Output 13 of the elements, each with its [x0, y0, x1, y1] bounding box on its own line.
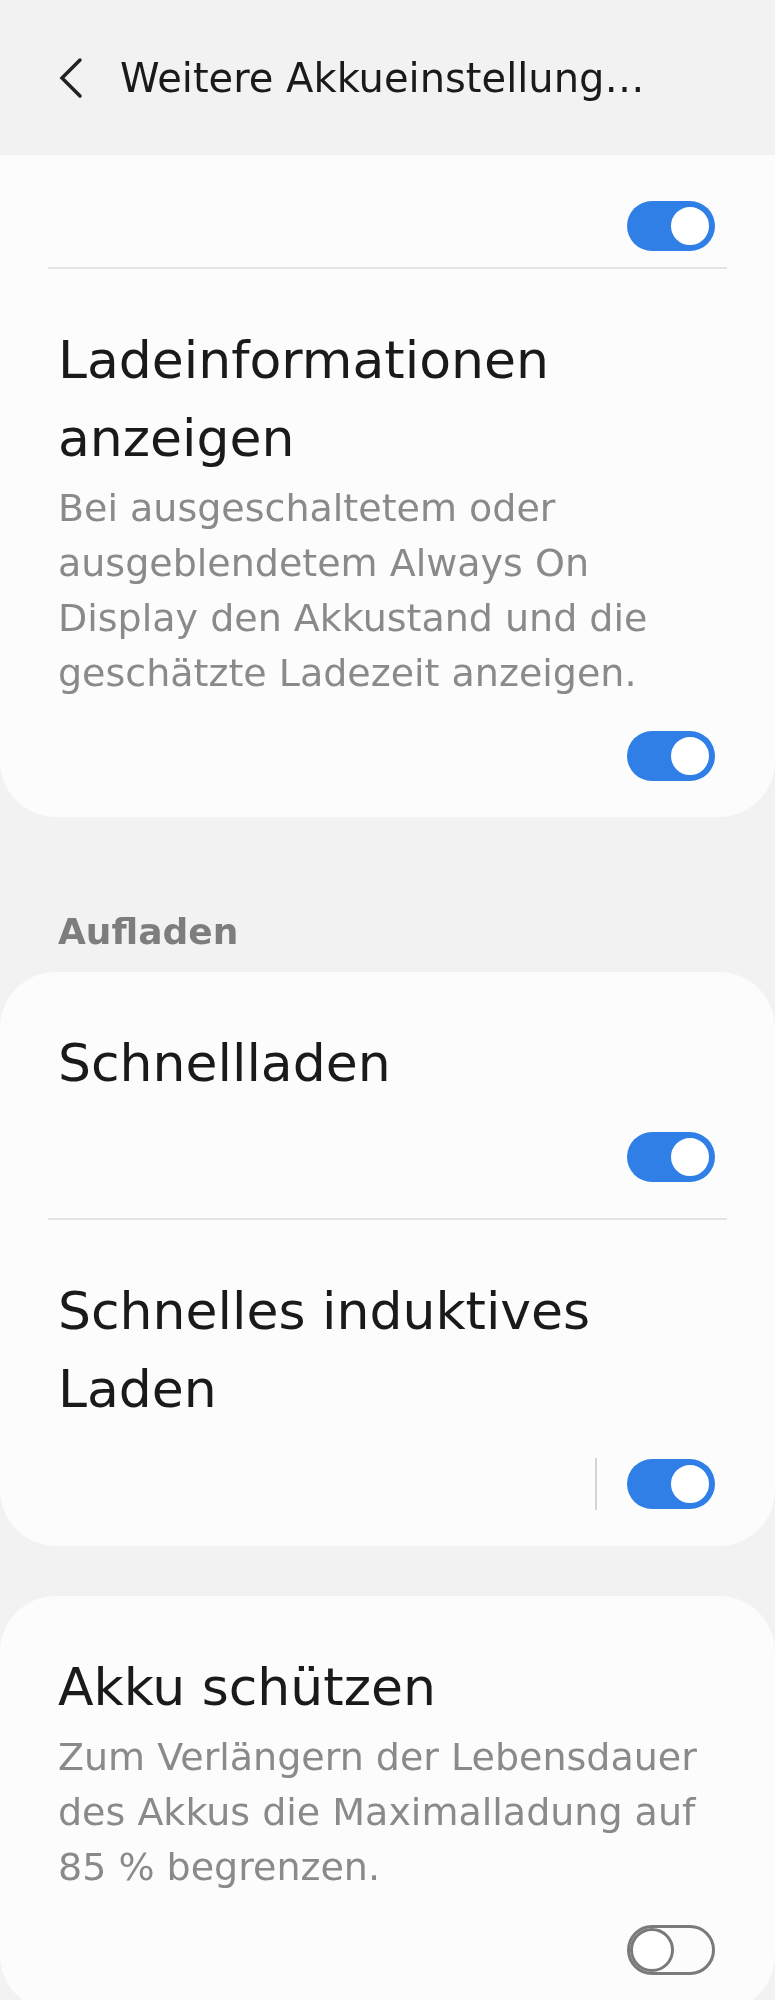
setting-title[interactable]: Akku schützen — [58, 1648, 715, 1726]
toggle-switch[interactable] — [627, 1459, 715, 1509]
toggle-switch[interactable] — [627, 1925, 715, 1975]
setting-title[interactable]: Schnelles induktives Laden — [58, 1272, 715, 1428]
setting-description: Zum Verlängern der Lebensdauer des Akkus die Maximalladung auf 85 % begrenzen. — [58, 1734, 698, 1891]
setting-title[interactable]: Ladeinformationen anzeigen — [58, 321, 715, 477]
setting-description: Bei ausgeschaltetem oder ausgeblendetem Always On Display den Akkustand und die geschätzte Ladezeit anzeigen. — [58, 485, 649, 697]
page-title: Weitere Akkueinstellung… — [120, 54, 645, 101]
toggle-switch[interactable] — [627, 731, 715, 781]
toggle-switch[interactable] — [627, 1132, 715, 1182]
section-heading: Aufladen — [57, 910, 240, 954]
setting-title[interactable]: Schnellladen — [58, 1024, 715, 1102]
toggle-switch[interactable] — [627, 201, 715, 251]
